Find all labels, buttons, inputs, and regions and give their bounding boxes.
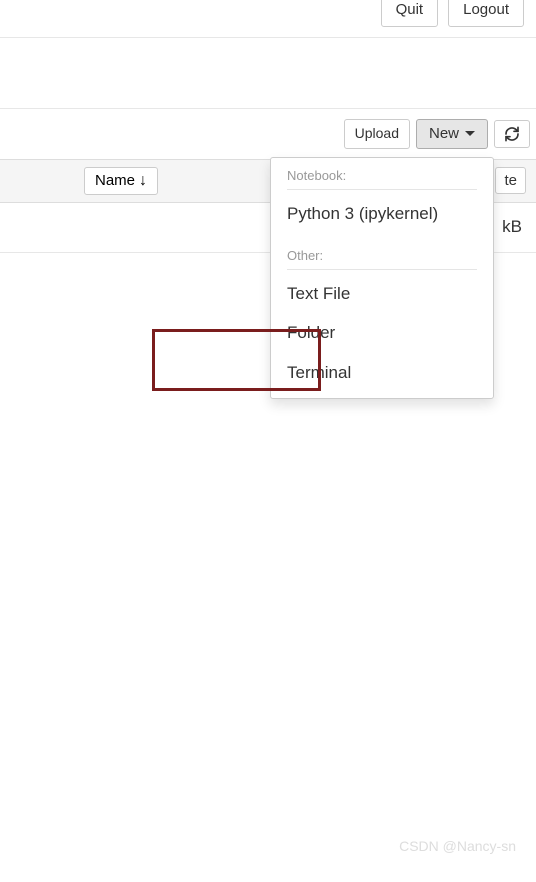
caret-down-icon [465,131,475,136]
refresh-icon [504,126,520,142]
dropdown-notebook-header: Notebook: [271,164,493,189]
dropdown-divider [287,269,477,270]
toolbar: Upload New [0,108,536,159]
logout-button[interactable]: Logout [448,0,524,27]
dropdown-divider [287,189,477,190]
file-size-partial: kB [502,217,522,237]
refresh-button[interactable] [494,120,530,148]
toolbar-button-group: Upload New [344,119,488,149]
dropdown-item-python3[interactable]: Python 3 (ipykernel) [271,194,493,234]
arrow-down-icon: ↓ [139,172,147,190]
new-dropdown-menu: Notebook: Python 3 (ipykernel) Other: Te… [270,157,494,399]
dropdown-item-textfile[interactable]: Text File [271,274,493,314]
upload-button[interactable]: Upload [344,119,410,149]
dropdown-other-header: Other: [271,244,493,269]
new-dropdown-button[interactable]: New [416,119,488,149]
watermark-text: CSDN @Nancy-sn [399,838,516,854]
header-partial-right[interactable]: te [495,167,526,194]
dropdown-item-terminal[interactable]: Terminal [271,353,493,393]
sort-name-label: Name [95,172,135,189]
top-button-bar: Quit Logout [0,0,536,38]
new-button-label: New [429,125,459,142]
dropdown-item-folder[interactable]: Folder [271,313,493,353]
sort-name-button[interactable]: Name ↓ [84,167,158,195]
quit-button[interactable]: Quit [381,0,439,27]
